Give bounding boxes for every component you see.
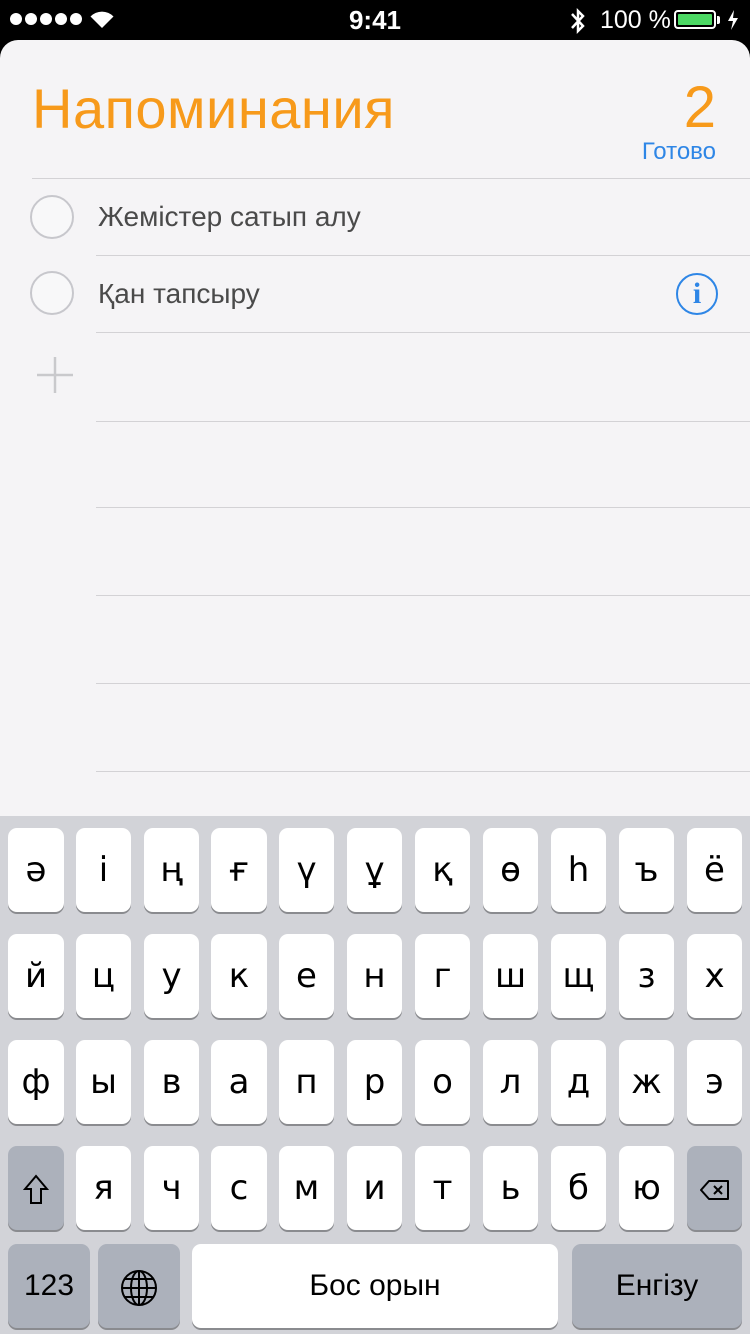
key[interactable]: ё xyxy=(687,828,742,912)
key[interactable]: ь xyxy=(483,1146,538,1230)
key[interactable]: й xyxy=(8,934,64,1018)
reminder-item[interactable]: Жемістер сатып алу xyxy=(0,179,750,255)
return-key[interactable]: Енгізу xyxy=(572,1244,742,1328)
globe-key[interactable] xyxy=(98,1244,180,1328)
key[interactable]: ъ xyxy=(619,828,674,912)
key[interactable]: ы xyxy=(76,1040,131,1124)
key[interactable]: ң xyxy=(144,828,199,912)
space-key[interactable]: Бос орын xyxy=(192,1244,558,1328)
key[interactable]: о xyxy=(415,1040,470,1124)
key[interactable]: ұ xyxy=(347,828,402,912)
key[interactable]: щ xyxy=(551,934,606,1018)
key[interactable]: ч xyxy=(144,1146,199,1230)
key[interactable]: л xyxy=(483,1040,538,1124)
reminder-count: 2 xyxy=(683,75,716,140)
done-button[interactable]: Готово xyxy=(642,138,716,166)
numbers-key[interactable]: 123 xyxy=(8,1244,90,1328)
delete-icon xyxy=(699,1179,729,1200)
screen: 9:41 100 % Напоминания 2 Готово Жемістер… xyxy=(0,0,750,1334)
status-bar: 9:41 100 % xyxy=(0,0,750,40)
delete-key[interactable] xyxy=(687,1146,742,1230)
reminder-text[interactable]: Жемістер сатып алу xyxy=(98,201,361,233)
reminder-item[interactable]: Қан тапсыру i xyxy=(0,256,750,332)
key[interactable]: я xyxy=(76,1146,131,1230)
divider xyxy=(96,595,750,596)
battery-percent: 100 % xyxy=(600,6,671,34)
key[interactable]: ю xyxy=(619,1146,674,1230)
key[interactable]: ә xyxy=(8,828,64,912)
reminder-checkbox[interactable] xyxy=(30,271,74,315)
key[interactable]: а xyxy=(211,1040,267,1124)
key[interactable]: д xyxy=(551,1040,606,1124)
key[interactable]: з xyxy=(619,934,674,1018)
key[interactable]: ш xyxy=(483,934,538,1018)
divider xyxy=(96,332,750,333)
divider xyxy=(96,771,750,772)
key[interactable]: ү xyxy=(279,828,334,912)
key[interactable]: у xyxy=(144,934,199,1018)
bluetooth-icon xyxy=(571,7,585,35)
key[interactable]: т xyxy=(415,1146,470,1230)
info-icon[interactable]: i xyxy=(676,273,718,315)
reminders-list-card: Напоминания 2 Готово Жемістер сатып алу … xyxy=(0,40,750,820)
key[interactable]: і xyxy=(76,828,131,912)
divider xyxy=(96,421,750,422)
key[interactable]: с xyxy=(211,1146,267,1230)
key[interactable]: и xyxy=(347,1146,402,1230)
shift-key[interactable] xyxy=(8,1146,64,1230)
key[interactable]: х xyxy=(687,934,742,1018)
key[interactable]: э xyxy=(687,1040,742,1124)
shift-icon xyxy=(22,1173,50,1204)
divider xyxy=(96,683,750,684)
key[interactable]: м xyxy=(279,1146,334,1230)
reminder-checkbox[interactable] xyxy=(30,195,74,239)
key[interactable]: е xyxy=(279,934,334,1018)
key[interactable]: г xyxy=(415,934,470,1018)
key[interactable]: в xyxy=(144,1040,199,1124)
battery-icon xyxy=(674,10,716,29)
key[interactable]: б xyxy=(551,1146,606,1230)
key[interactable]: п xyxy=(279,1040,334,1124)
key[interactable]: ц xyxy=(76,934,131,1018)
battery-fill xyxy=(678,14,712,25)
key[interactable]: к xyxy=(211,934,267,1018)
key[interactable]: ж xyxy=(619,1040,674,1124)
charging-icon xyxy=(728,10,738,30)
reminder-text[interactable]: Қан тапсыру xyxy=(98,278,260,310)
plus-icon[interactable] xyxy=(36,356,74,394)
list-title: Напоминания xyxy=(32,77,395,140)
key[interactable]: н xyxy=(347,934,402,1018)
key[interactable]: ө xyxy=(483,828,538,912)
battery-tip xyxy=(717,16,720,24)
key[interactable]: р xyxy=(347,1040,402,1124)
key[interactable]: қ xyxy=(415,828,470,912)
divider xyxy=(96,507,750,508)
key[interactable]: ф xyxy=(8,1040,64,1124)
key[interactable]: һ xyxy=(551,828,606,912)
keyboard: ә і ң ғ ү ұ қ ө һ ъ ё й ц у к е н г ш щ … xyxy=(0,816,750,1334)
globe-icon xyxy=(121,1269,157,1306)
key[interactable]: ғ xyxy=(211,828,267,912)
